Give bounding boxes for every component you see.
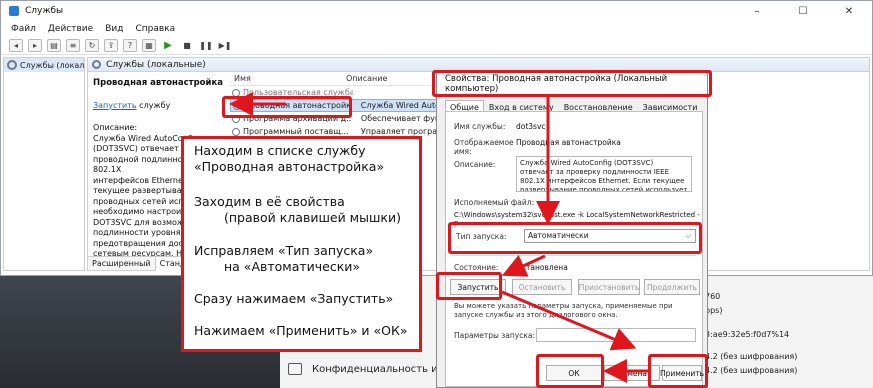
callout-line: «Проводная автонастройка» xyxy=(194,159,385,174)
callout-line: на «Автоматически» xyxy=(224,259,361,274)
annotation-arrows xyxy=(229,92,648,383)
callout-line: Исправляем «Тип запуска» xyxy=(194,243,374,258)
callout-line: Нажимаем «Применить» и «ОК» xyxy=(194,323,408,338)
callout-line: (правой клавишей мышки) xyxy=(224,210,401,225)
arrow-to-apply xyxy=(501,290,637,351)
callout-line: Сразу нажимаем «Запустить» xyxy=(194,291,394,306)
arrow-to-start xyxy=(501,254,546,277)
callout-line: Находим в списке службу xyxy=(194,143,366,158)
callout-line: Заходим в её свойства xyxy=(194,194,345,209)
instruction-callout: Находим в списке службу «Проводная автон… xyxy=(181,136,422,352)
